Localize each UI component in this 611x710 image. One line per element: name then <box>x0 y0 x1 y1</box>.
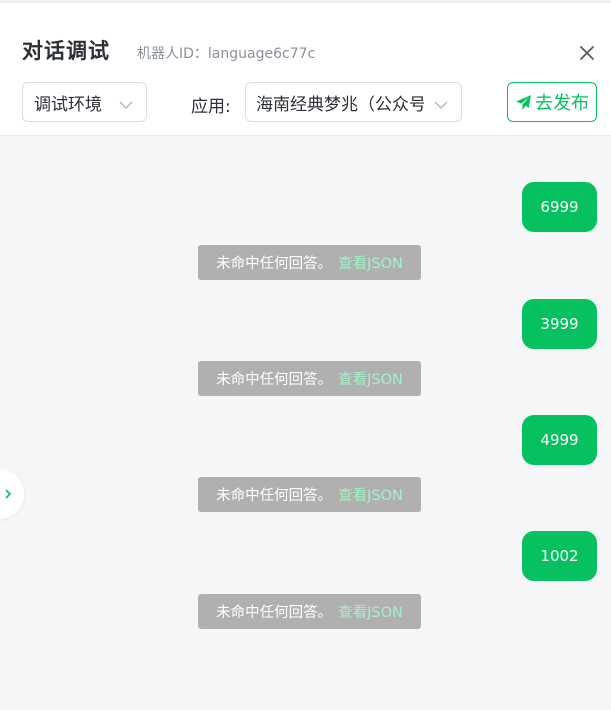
send-icon <box>516 94 531 110</box>
chevron-down-icon <box>433 96 449 110</box>
expand-sidebar-button[interactable] <box>0 469 24 519</box>
system-message-text: 未命中任何回答。 <box>216 372 333 388</box>
environment-select[interactable]: 调试环境 <box>22 82 147 122</box>
system-message-text: 未命中任何回答。 <box>216 488 333 504</box>
system-message-text: 未命中任何回答。 <box>216 605 333 621</box>
user-message: 6999 <box>522 182 597 232</box>
app-select-value: 海南经典梦兆（公众号 <box>256 94 424 115</box>
page-title: 对话调试 <box>22 39 110 63</box>
publish-button[interactable]: 去发布 <box>507 82 597 122</box>
user-message: 3999 <box>522 299 597 349</box>
app-label: 应用: <box>191 97 231 117</box>
view-json-link[interactable]: 查看JSON <box>338 368 403 389</box>
chevron-down-icon <box>118 96 134 110</box>
chat-debug-panel: 对话调试 机器人ID：language6c77c 调试环境 应用: 海南经典梦兆… <box>0 0 611 710</box>
panel-header: 对话调试 机器人ID：language6c77c 调试环境 应用: 海南经典梦兆… <box>0 3 611 136</box>
system-message-text: 未命中任何回答。 <box>216 256 333 272</box>
publish-button-label: 去发布 <box>535 93 589 114</box>
user-message: 4999 <box>522 415 597 465</box>
view-json-link[interactable]: 查看JSON <box>338 484 403 505</box>
system-message: 未命中任何回答。 查看JSON <box>198 361 421 396</box>
close-icon[interactable] <box>577 43 597 63</box>
view-json-link[interactable]: 查看JSON <box>338 601 403 622</box>
user-message: 1002 <box>522 531 597 581</box>
chat-area: 6999 未命中任何回答。 查看JSON 3999 未命中任何回答。 查看JSON … <box>0 136 611 710</box>
view-json-link[interactable]: 查看JSON <box>338 252 403 273</box>
bot-id-label: 机器人ID：language6c77c <box>137 46 316 62</box>
system-message: 未命中任何回答。 查看JSON <box>198 477 421 512</box>
system-message: 未命中任何回答。 查看JSON <box>198 594 421 629</box>
chevron-right-icon <box>5 489 12 499</box>
environment-select-value: 调试环境 <box>34 94 102 115</box>
system-message: 未命中任何回答。 查看JSON <box>198 245 421 280</box>
app-select[interactable]: 海南经典梦兆（公众号 <box>245 82 462 122</box>
